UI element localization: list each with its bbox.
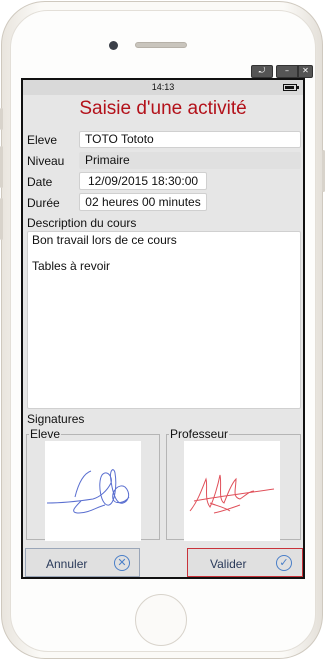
signatures-label: Signatures bbox=[27, 412, 85, 426]
eleve-signature-label: Eleve bbox=[29, 427, 62, 441]
eleve-signature-group: Eleve bbox=[26, 427, 160, 541]
annuler-button-label: Annuler bbox=[46, 557, 88, 571]
mute-switch bbox=[0, 108, 3, 130]
close-circle-icon: ✕ bbox=[114, 555, 130, 571]
date-label: Date bbox=[27, 175, 53, 189]
status-time: 14:13 bbox=[151, 82, 175, 92]
eleve-field[interactable]: TOTO Tototo bbox=[79, 131, 301, 148]
check-circle-icon: ✓ bbox=[276, 555, 292, 571]
eleve-signature-pad[interactable] bbox=[45, 441, 141, 541]
restore-icon[interactable]: ⤾ bbox=[251, 65, 273, 78]
status-bar: 14:13 bbox=[23, 80, 303, 95]
duree-label: Durée bbox=[27, 196, 60, 210]
description-label: Description du cours bbox=[27, 216, 137, 230]
minimize-icon[interactable]: – bbox=[276, 65, 298, 78]
eleve-signature-stroke bbox=[46, 469, 130, 514]
niveau-field[interactable]: Primaire bbox=[79, 152, 301, 169]
power-button bbox=[322, 150, 325, 192]
description-line-1: Bon travail lors de ce cours bbox=[32, 233, 177, 247]
professeur-signature-group: Professeur bbox=[166, 427, 301, 541]
eleve-label: Eleve bbox=[27, 133, 58, 147]
page-title: Saisie d'une activité bbox=[79, 98, 247, 119]
close-icon[interactable]: ✕ bbox=[298, 65, 313, 78]
annuler-button[interactable]: Annuler ✕ bbox=[25, 548, 140, 577]
valider-button[interactable]: Valider ✓ bbox=[187, 548, 303, 577]
volume-down-button bbox=[0, 198, 3, 240]
volume-up-button bbox=[0, 146, 3, 188]
professeur-signature-label: Professeur bbox=[169, 427, 230, 441]
duree-field[interactable]: 02 heures 00 minutes bbox=[79, 193, 207, 211]
date-field[interactable]: 12/09/2015 18:30:00 bbox=[79, 172, 207, 190]
app-screen: 14:13 Saisie d'une activité Eleve TOTO T… bbox=[21, 78, 305, 579]
home-button[interactable] bbox=[135, 594, 187, 646]
battery-icon bbox=[283, 84, 299, 91]
professeur-signature-stroke bbox=[189, 474, 275, 514]
window-controls: ⤾ – ✕ bbox=[251, 65, 313, 78]
description-textarea[interactable]: Bon travail lors de ce cours Tables à re… bbox=[27, 231, 301, 409]
niveau-label: Niveau bbox=[27, 154, 65, 168]
valider-button-label: Valider bbox=[210, 557, 247, 571]
front-camera bbox=[109, 41, 118, 50]
description-line-3: Tables à revoir bbox=[32, 259, 111, 273]
earpiece-speaker bbox=[135, 42, 187, 48]
professeur-signature-pad[interactable] bbox=[184, 441, 280, 541]
